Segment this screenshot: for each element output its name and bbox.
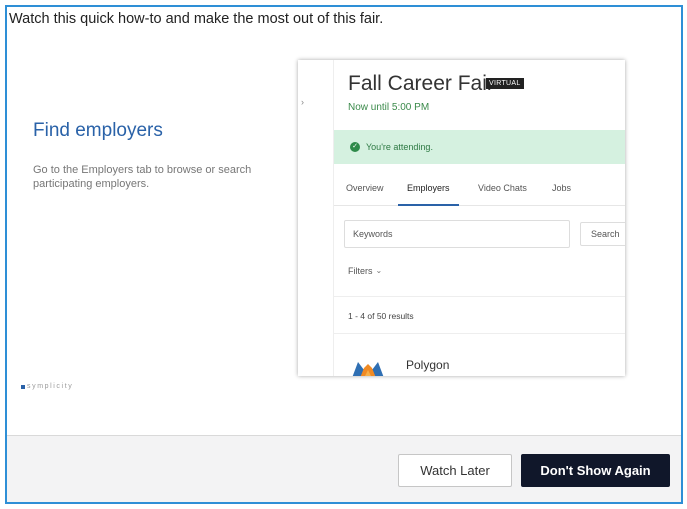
virtual-badge: VIRTUAL — [486, 78, 524, 89]
polygon-logo — [352, 362, 384, 376]
attending-banner: ✓ You're attending. — [334, 130, 625, 164]
slide-description: Go to the Employers tab to browse or sea… — [33, 164, 252, 190]
how-to-modal: Watch this quick how-to and make the mos… — [5, 5, 683, 504]
watch-later-button[interactable]: Watch Later — [398, 454, 512, 487]
results-count: 1 - 4 of 50 results — [348, 311, 414, 321]
check-icon: ✓ — [350, 142, 360, 152]
modal-footer: Watch Later Don't Show Again — [7, 435, 681, 502]
tab-employers: Employers — [398, 176, 459, 206]
tab-overview: Overview — [346, 183, 384, 193]
chevron-down-icon: ⌄ — [375, 266, 383, 275]
preview-main: Fall Career Fair VIRTUAL Now until 5:00 … — [334, 60, 625, 376]
search-button: Search — [580, 222, 625, 246]
brand-logo: symplicity — [21, 383, 73, 390]
preview-tabs: Overview Employers Video Chats Jobs — [334, 176, 625, 206]
tab-jobs: Jobs — [552, 183, 572, 193]
brand-mark-icon — [21, 384, 25, 389]
results-bar: 1 - 4 of 50 results — [334, 296, 625, 334]
intro-text: Watch this quick how-to and make the mos… — [9, 11, 384, 27]
dont-show-again-button[interactable]: Don't Show Again — [521, 454, 670, 487]
sidebar-marker: › — [301, 97, 304, 107]
fair-time: Now until 5:00 PM — [348, 102, 430, 113]
filters-toggle: Filters ⌄ — [348, 266, 382, 276]
tab-video-chats: Video Chats — [478, 183, 527, 193]
attending-text: You're attending. — [366, 142, 433, 152]
filters-label: Filters — [348, 266, 373, 276]
preview-screenshot: › Fall Career Fair VIRTUAL Now until 5:0… — [298, 60, 625, 376]
brand-text: symplicity — [27, 383, 74, 390]
slide-heading: Find employers — [33, 120, 163, 141]
keywords-input: Keywords — [344, 220, 570, 248]
employer-name: Polygon — [406, 358, 450, 372]
fair-title: Fall Career Fair — [348, 72, 494, 95]
preview-sidebar: › — [298, 60, 334, 376]
